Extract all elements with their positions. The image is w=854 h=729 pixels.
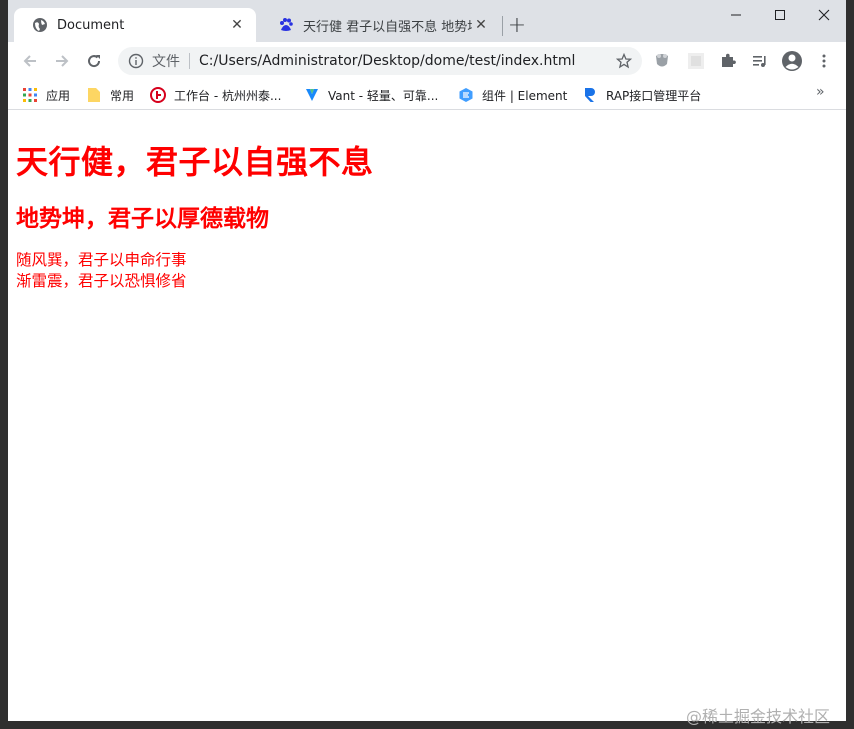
minimize-icon	[731, 14, 741, 16]
bookmark-rap[interactable]: RAP接口管理平台	[582, 85, 701, 105]
scheme-label: 文件	[152, 54, 180, 70]
tab-strip: Document ✕ 天行健 君子以自强不息 地势坤 君 ✕ +	[8, 0, 846, 42]
extension-placeholder-button[interactable]	[684, 49, 708, 73]
bookmark-vant[interactable]: Vant - 轻量、可靠...	[304, 85, 438, 105]
bookmark-label: RAP接口管理平台	[606, 88, 702, 103]
rap-icon	[582, 87, 598, 103]
toolbar: 文件 C:/Users/Administrator/Desktop/dome/t…	[8, 42, 846, 80]
page-heading-1: 天行健，君子以自强不息	[16, 143, 374, 181]
bookmark-apps[interactable]: 应用	[22, 85, 70, 105]
bookmark-element[interactable]: 组件 | Element	[458, 85, 567, 105]
vant-icon	[304, 87, 320, 103]
back-button[interactable]	[18, 49, 42, 73]
tab-baidu[interactable]: 天行健 君子以自强不息 地势坤 君 ✕	[260, 8, 500, 42]
page-line-2: 渐雷震，君子以恐惧修省	[16, 272, 187, 290]
baidu-paw-icon	[278, 17, 294, 33]
puzzle-icon	[722, 53, 736, 67]
close-icon	[818, 9, 830, 21]
reload-button[interactable]	[82, 49, 106, 73]
tab-title: 天行健 君子以自强不息 地势坤 君	[303, 19, 472, 35]
tab-title: Document	[57, 17, 125, 33]
reload-icon	[88, 55, 101, 68]
omnibox-divider	[189, 53, 190, 69]
forward-button[interactable]	[50, 49, 74, 73]
extension-placeholder-icon	[688, 53, 704, 69]
more-vert-icon	[822, 54, 826, 68]
queue-music-icon	[753, 56, 766, 67]
minimize-button[interactable]	[714, 0, 758, 30]
maximize-button[interactable]	[758, 0, 802, 30]
address-bar[interactable]: 文件 C:/Users/Administrator/Desktop/dome/t…	[118, 47, 642, 75]
tab-separator	[502, 16, 503, 36]
watermark: @稀土掘金技术社区	[686, 707, 831, 726]
arrow-right-icon	[56, 55, 69, 67]
extensions-button[interactable]	[716, 49, 740, 73]
bookmark-label: 工作台 - 杭州州泰...	[174, 88, 282, 103]
page-content: 天行健，君子以自强不息 地势坤，君子以厚德载物 随风巽，君子以申命行事 渐雷震，…	[8, 111, 846, 721]
browser-frame: Document ✕ 天行健 君子以自强不息 地势坤 君 ✕ +	[8, 0, 846, 721]
workbench-icon	[150, 87, 166, 103]
new-tab-button[interactable]: +	[506, 13, 528, 38]
account-circle-icon	[782, 51, 802, 71]
bookmarks-overflow-button[interactable]: »	[816, 84, 825, 100]
maximize-icon	[775, 10, 785, 20]
folder-icon	[86, 87, 102, 103]
extension-shield-button[interactable]	[650, 49, 674, 73]
menu-button[interactable]	[812, 49, 836, 73]
extension-shield-icon	[656, 54, 668, 67]
window-close-button[interactable]	[802, 0, 846, 30]
media-queue-button[interactable]	[748, 49, 772, 73]
page-heading-2: 地势坤，君子以厚德载物	[16, 206, 269, 232]
tab-close-button[interactable]: ✕	[228, 16, 246, 34]
bookmark-label: Vant - 轻量、可靠...	[328, 88, 439, 103]
tab-document[interactable]: Document ✕	[14, 8, 256, 42]
bookmark-workbench[interactable]: 工作台 - 杭州州泰...	[150, 85, 281, 105]
bookmark-folder-common[interactable]: 常用	[86, 85, 134, 105]
page-line-1: 随风巽，君子以申命行事	[16, 251, 187, 269]
info-icon[interactable]	[128, 53, 144, 69]
browser-window: Document ✕ 天行健 君子以自强不息 地势坤 君 ✕ +	[0, 0, 854, 729]
profile-button[interactable]	[780, 49, 804, 73]
apps-grid-icon	[22, 87, 38, 103]
globe-icon	[32, 17, 48, 33]
tab-close-button[interactable]: ✕	[472, 16, 490, 34]
bookmark-label: 组件 | Element	[482, 88, 568, 103]
url-text[interactable]: C:/Users/Administrator/Desktop/dome/test…	[199, 53, 614, 69]
element-icon	[458, 87, 474, 103]
arrow-left-icon	[23, 55, 36, 67]
bookmark-label: 应用	[46, 88, 71, 103]
bookmark-star-icon[interactable]	[614, 51, 634, 71]
bookmarks-bar: 应用 常用 工作台 - 杭州州泰... Vant - 轻量、可靠... 组件 |…	[8, 80, 846, 110]
bookmark-label: 常用	[110, 88, 135, 103]
